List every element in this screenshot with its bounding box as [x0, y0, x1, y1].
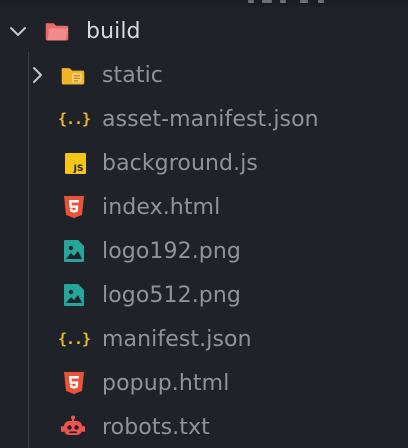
tree-file-background-js[interactable]: JS background.js — [0, 141, 408, 185]
folder-icon — [60, 62, 86, 88]
tree-file-logo512-png[interactable]: logo512.png — [0, 273, 408, 317]
tree-file-popup-html[interactable]: popup.html — [0, 361, 408, 405]
json-icon: {..} — [57, 330, 91, 348]
tree-file-robots-txt[interactable]: robots.txt — [0, 405, 408, 448]
image-icon — [61, 238, 87, 264]
tree-item-label: manifest.json — [102, 326, 252, 352]
tree-item-label: index.html — [102, 194, 221, 220]
robot-icon — [60, 414, 86, 440]
tree-file-manifest-json[interactable]: {..} manifest.json — [0, 317, 408, 361]
tree-item-label: robots.txt — [102, 414, 210, 440]
tree-file-logo192-png[interactable]: logo192.png — [0, 229, 408, 273]
file-explorer-tree: build static {..} asset-manifest.json JS — [0, 0, 408, 448]
tree-item-label: build — [86, 18, 141, 44]
chevron-right-icon[interactable] — [27, 65, 47, 85]
tree-folder-static[interactable]: static — [0, 53, 408, 97]
folder-open-icon — [44, 18, 70, 44]
tree-item-label: background.js — [102, 150, 258, 176]
tree-item-label: logo512.png — [102, 282, 241, 308]
html5-icon — [61, 194, 87, 220]
tree-item-label: popup.html — [102, 370, 230, 396]
tree-file-index-html[interactable]: index.html — [0, 185, 408, 229]
tree-file-asset-manifest-json[interactable]: {..} asset-manifest.json — [0, 97, 408, 141]
tree-item-label: logo192.png — [102, 238, 241, 264]
tree-folder-build[interactable]: build — [0, 9, 408, 53]
tree-item-label: asset-manifest.json — [102, 106, 319, 132]
json-icon: {..} — [57, 110, 91, 128]
js-icon: JS — [62, 150, 88, 176]
chevron-down-icon[interactable] — [8, 21, 28, 41]
tree-item-label: static — [102, 62, 164, 88]
clipped-top-row — [0, 0, 408, 6]
image-icon — [61, 282, 87, 308]
html5-icon — [61, 370, 87, 396]
